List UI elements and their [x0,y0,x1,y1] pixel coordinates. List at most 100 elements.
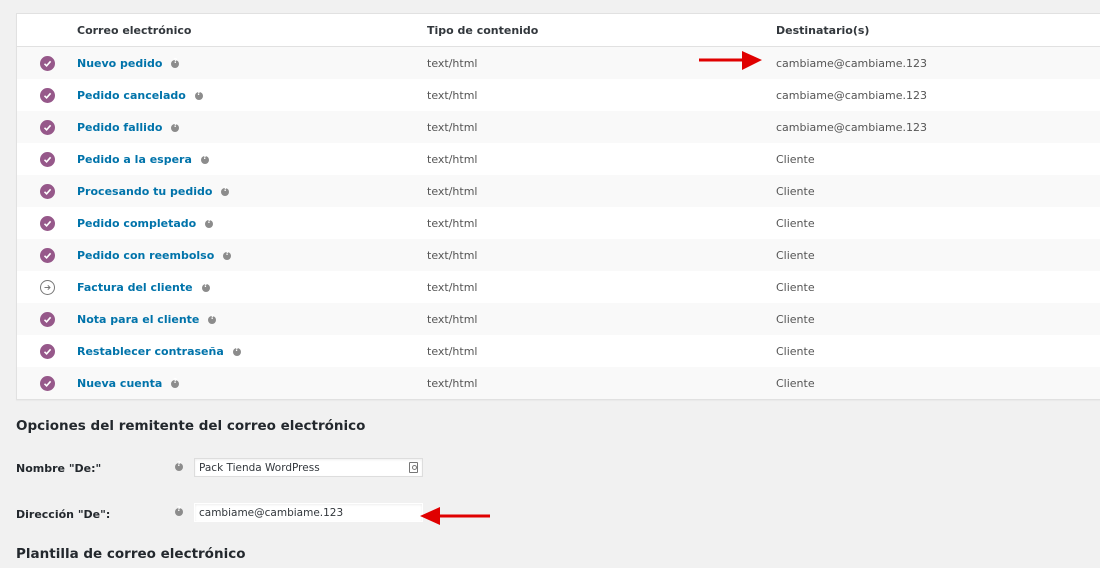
recipient-cell: Cliente [776,312,815,326]
help-tip-icon[interactable] [221,185,230,196]
content-type-cell: text/html [427,280,478,294]
status-cell [17,375,77,391]
help-tip-icon[interactable] [194,89,203,100]
from-name-value: Pack Tienda WordPress [199,461,320,474]
email-name-cell: Procesando tu pedido [77,185,427,198]
email-name-cell: Pedido a la espera [77,153,427,166]
table-row: Pedido fallido text/html cambiame@cambiame… [17,111,1100,143]
check-circle-icon [39,55,55,71]
table-body: Nuevo pedido text/html cambiame@cambiame.1… [17,47,1100,399]
email-name-cell: Nueva cuenta [77,377,427,390]
from-address-label: Dirección "De": [16,508,111,521]
recipient-cell: Cliente [776,344,815,358]
table-row: Factura del cliente text/html Cliente [17,271,1100,303]
email-settings-link[interactable]: Nuevo pedido [77,57,162,70]
header-email: Correo electrónico [77,23,192,37]
check-circle-icon [39,247,55,263]
table-row: Nueva cuenta text/html Cliente [17,367,1100,399]
status-cell [17,87,77,103]
from-address-value: cambiame@cambiame.123 [199,506,344,519]
email-settings-link[interactable]: Factura del cliente [77,281,193,294]
table-row: Nuevo pedidotext/htmlcambiame@cambiame.1… [17,47,1100,79]
email-settings-link[interactable]: Pedido fallido [77,121,162,134]
help-tip-icon[interactable] [223,249,232,260]
email-name-cell: Factura del cliente [77,281,427,294]
recipient-cell: Cliente [776,280,815,294]
email-name-cell: Nuevo pedido [77,57,427,70]
recipient-cell: Cliente [776,152,815,166]
content-type-cell: text/html [427,120,478,134]
email-settings-link[interactable]: Restablecer contraseña [77,345,224,358]
table-header: Correo electrónico Tipo de contenido Des… [17,14,1100,47]
status-cell [17,119,77,135]
table-row: Pedido cancelado text/html cambiame@cambia… [17,79,1100,111]
help-tip-icon[interactable] [171,377,180,388]
help-tip-icon[interactable] [232,345,241,356]
content-type-cell: text/html [427,152,478,166]
red-arrow-annotation [420,507,490,525]
recipient-cell: cambiame@cambiame.123 [776,88,928,102]
check-circle-icon [39,87,55,103]
header-content-type: Tipo de contenido [427,23,539,37]
recipient-cell: cambiame@cambiame.123 [776,120,928,134]
status-cell [17,183,77,199]
check-circle-icon [39,215,55,231]
content-type-cell: text/html [427,312,478,326]
recipient-cell: Cliente [776,184,815,198]
content-type-cell: text/html [427,216,478,230]
contact-card-icon [409,462,418,473]
content-type-cell: text/html [427,376,478,390]
check-circle-icon [39,119,55,135]
content-type-cell: text/html [427,344,478,358]
email-settings-link[interactable]: Procesando tu pedido [77,185,212,198]
help-tip-icon[interactable] [201,281,210,292]
status-cell [17,215,77,231]
help-tip-icon[interactable] [171,121,180,132]
content-type-cell: text/html [427,184,478,198]
sender-options-title: Opciones del remitente del correo electr… [16,418,366,434]
from-name-field[interactable]: Pack Tienda WordPress [194,458,423,477]
email-name-cell: Nota para el cliente [77,313,427,326]
arrow-right-circle-icon [39,279,55,295]
from-address-field[interactable]: cambiame@cambiame.123 [194,503,423,522]
help-tip-icon[interactable] [175,505,183,516]
help-tip-icon[interactable] [171,57,180,68]
email-settings-link[interactable]: Pedido a la espera [77,153,192,166]
status-cell [17,311,77,327]
red-arrow-annotation [699,51,762,70]
email-name-cell: Pedido cancelado [77,89,427,102]
recipient-cell: Cliente [776,248,815,262]
email-settings-link[interactable]: Nota para el cliente [77,313,199,326]
help-tip-icon[interactable] [200,153,209,164]
check-circle-icon [39,311,55,327]
email-settings-link[interactable]: Pedido completado [77,217,196,230]
email-settings-link[interactable]: Pedido cancelado [77,89,186,102]
help-tip-icon[interactable] [205,217,214,228]
status-cell [17,55,77,71]
table-row: Pedido a la espera text/html Cliente [17,143,1100,175]
status-cell [17,343,77,359]
check-circle-icon [39,151,55,167]
status-cell [17,279,77,295]
content-type-cell: text/html [427,248,478,262]
help-tip-icon[interactable] [208,313,217,324]
check-circle-icon [39,375,55,391]
email-name-cell: Pedido completado [77,217,427,230]
table-row: Procesando tu pedido text/html Cliente [17,175,1100,207]
email-name-cell: Pedido fallido [77,121,427,134]
template-section-title: Plantilla de correo electrónico [16,546,246,562]
recipient-cell: Cliente [776,376,815,390]
header-recipients: Destinatario(s) [776,23,870,37]
from-name-label: Nombre "De:" [16,462,102,475]
table-row: Restablecer contraseña text/html Cliente [17,335,1100,367]
help-tip-icon[interactable] [175,460,183,471]
status-cell [17,151,77,167]
table-row: Nota para el cliente text/html Cliente [17,303,1100,335]
email-name-cell: Restablecer contraseña [77,345,427,358]
email-settings-link[interactable]: Nueva cuenta [77,377,162,390]
table-row: Pedido con reembolso text/html Cliente [17,239,1100,271]
check-circle-icon [39,343,55,359]
email-settings-link[interactable]: Pedido con reembolso [77,249,214,262]
status-cell [17,247,77,263]
content-type-cell: text/html [427,88,478,102]
